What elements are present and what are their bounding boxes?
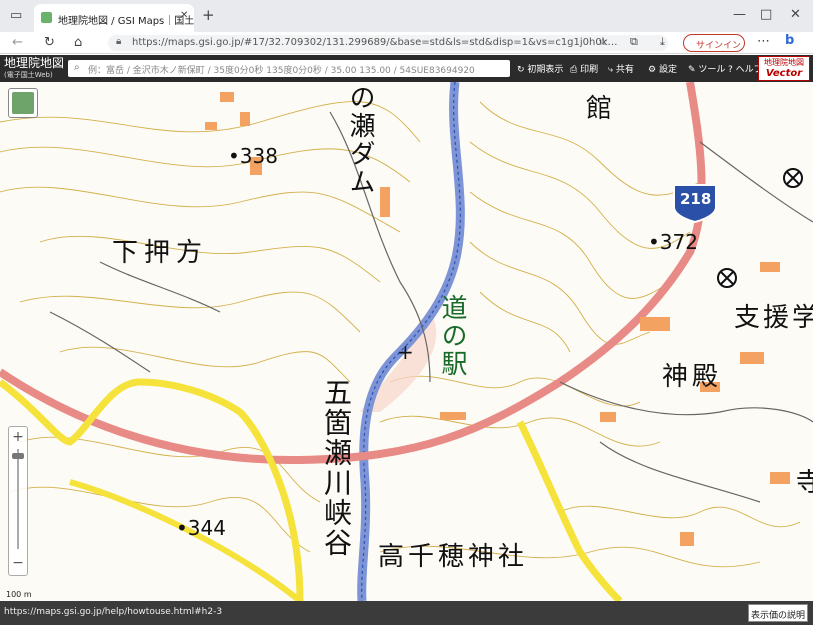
zoom-slider-handle[interactable] [12,453,24,459]
road-prefectural-2 [516,420,623,601]
reset-view-button[interactable]: ↻ 初期表示 [517,62,563,75]
bing-icon[interactable]: b [785,34,794,47]
window-close-icon[interactable]: ✕ [790,8,801,21]
status-bar: https://maps.gsi.go.jp/help/howtouse.htm… [0,601,813,625]
url-field[interactable]: 🔒︎ https://maps.gsi.go.jp/#17/32.709302/… [108,35,668,51]
reset-view-label: 初期表示 [527,65,564,75]
tab-close-icon[interactable]: ✕ [180,11,188,21]
label-spot-372: •372 [648,230,698,254]
address-toolbar: ← ↻ ⌂ 🔒︎ https://maps.gsi.go.jp/#17/32.7… [0,32,813,54]
zoom-control: + − [8,426,28,576]
label-shien: 支援学 [734,303,813,333]
browser-tab-bar: ▭ 地理院地図 / GSI Maps｜国土地… ✕ + — □ ✕ [0,0,813,32]
label-shimo-oshikata: 下押方 [112,238,209,268]
search-icon: ⌕ [74,62,80,73]
layer-thumbnail-icon [12,92,34,114]
signin-label: サインイン [696,41,742,51]
downloads-icon[interactable]: ⤓ [660,36,665,47]
url-text: https://maps.gsi.go.jp/#17/32.709302/131… [132,37,618,48]
map-center-crosshair: + [397,340,414,364]
tools-label: ツール [698,65,726,75]
share-label: 共有 [615,65,634,75]
settings-label: 設定 [658,65,677,75]
map-canvas[interactable]: の瀬ダム 下押方 •338 •372 •344 道の駅 五箇瀬川峡谷 神殿 高千… [0,82,813,601]
road-prefectural-3 [69,479,302,601]
back-icon[interactable]: ← [12,36,23,49]
tools-button[interactable]: ✎ ツール [688,62,725,75]
browser-tab[interactable]: 地理院地図 / GSI Maps｜国土地… [34,4,194,32]
new-tab-icon[interactable]: + [202,8,215,23]
favorite-icon[interactable]: ☆ [598,36,608,47]
legend-button[interactable]: 表示価の説明 [748,604,808,622]
maximize-icon[interactable]: □ [760,8,772,21]
gsi-header: 地理院地図 (電子国土Web) ⌕ 例：富岳 / 金沢市木ノ新保町 / 35度0… [0,55,813,82]
label-dam: の瀬ダム [345,84,375,196]
label-gokase-gorge: 五箇瀬川峡谷 [320,378,353,558]
refresh-icon[interactable]: ↻ [44,36,55,49]
label-spot-344: •344 [176,516,226,540]
home-icon[interactable]: ⌂ [74,36,82,49]
vector-map-button[interactable]: 地理院地図 Vector [758,56,810,81]
vector-label: Vector [765,68,803,79]
label-kan: 館 [586,94,613,124]
search-placeholder: 例：富岳 / 金沢市木ノ新保町 / 35度0分0秒 135度0分0秒 / 35.… [88,66,475,76]
tab-title: 地理院地図 / GSI Maps｜国土地… [58,16,194,27]
layer-thumbnail-button[interactable] [8,88,38,118]
gsi-logo-subtitle: (電子国土Web) [4,71,53,79]
zoom-out-button[interactable]: − [9,555,27,571]
share-button[interactable]: ⤷ 共有 [608,62,634,75]
favicon-icon [41,12,52,23]
collections-icon[interactable]: ⧉ [630,36,638,47]
print-label: 印刷 [580,65,599,75]
gsi-logo-title[interactable]: 地理院地図 [4,57,64,69]
label-michi-no-eki: 道の駅 [437,294,467,378]
place-search-input[interactable]: ⌕ 例：富岳 / 金沢市木ノ新保町 / 35度0分0秒 135度0分0秒 / 3… [68,60,510,77]
more-icon[interactable]: ⋯ [757,35,770,48]
label-shinden: 神殿 [662,362,723,392]
signin-button[interactable]: サインイン [683,34,745,52]
minimize-icon[interactable]: — [733,8,746,21]
tab-actions-icon[interactable]: ▭ [10,9,22,22]
print-button[interactable]: ⎙ 印刷 [570,62,598,75]
label-spot-338: •338 [228,144,278,168]
legend-button-label: 表示価の説明 [750,611,805,621]
route-number: 218 [680,190,712,208]
scale-bar: 100 m [6,590,32,599]
vector-title: 地理院地図 [764,58,804,67]
zoom-slider-track[interactable] [17,449,19,549]
settings-button[interactable]: ⚙ 設定 [648,62,677,75]
lock-icon: 🔒︎ [116,36,122,47]
label-takachiho-shrine: 高千穂神社 [378,542,529,572]
label-tera: 寺 [796,468,813,498]
zoom-in-button[interactable]: + [9,429,27,445]
status-link-url: https://maps.gsi.go.jp/help/howtouse.htm… [4,607,223,617]
